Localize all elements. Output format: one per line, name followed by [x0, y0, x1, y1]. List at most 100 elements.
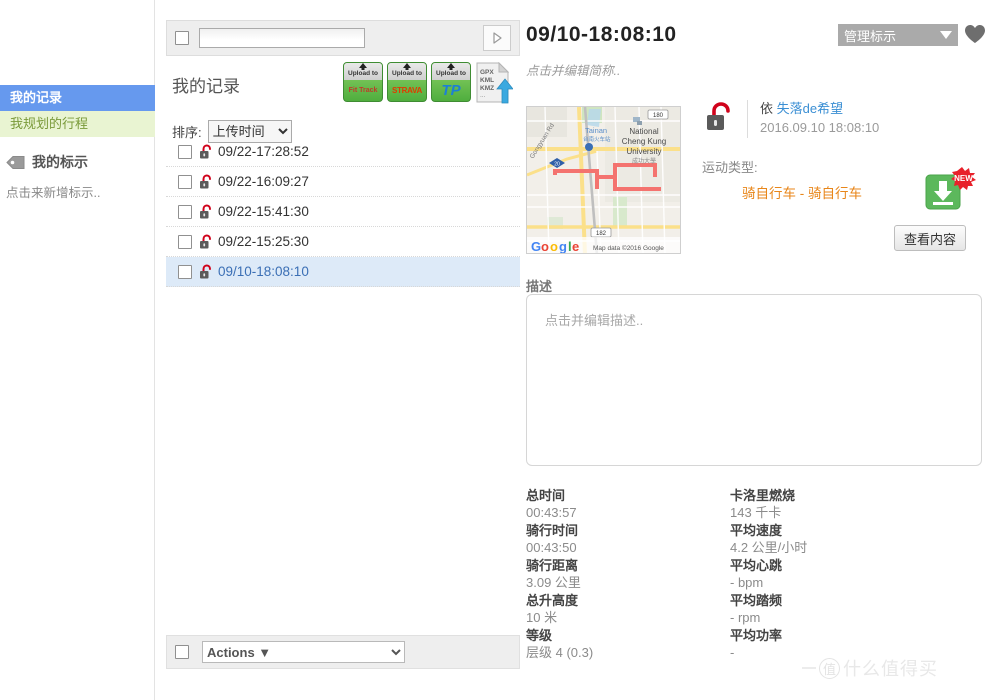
stat-key: 总时间 [526, 488, 566, 503]
record-checkbox[interactable] [178, 174, 192, 189]
view-content-label: 查看内容 [903, 231, 956, 247]
svg-text:NEW: NEW [954, 174, 973, 183]
unlock-icon[interactable] [199, 173, 214, 190]
google-logo: G o o g l e [531, 239, 579, 254]
search-go-button[interactable] [483, 25, 511, 51]
stat-key: 平均心跳 [730, 558, 783, 573]
record-row[interactable]: 09/10-18:08:10 [166, 257, 520, 287]
record-label: 09/10-18:08:10 [218, 264, 309, 279]
upload-to-trainingpeaks-button[interactable]: Upload to TP [431, 62, 471, 102]
record-datetime: 2016.09.10 18:08:10 [760, 120, 880, 135]
app-root: 我的记录 我规划的行程 我的标示 点击来新增标示.. 我的记录 排序: 上传时间… [0, 0, 994, 700]
play-triangle-icon [491, 31, 503, 45]
stat-item: 平均速度 4.2 公里/小时 [730, 523, 982, 558]
sidebar-tags-title: 我的标示 [32, 154, 88, 170]
map-label-chengkung-cn: 成功大學 [632, 157, 656, 165]
sidebar-item-label: 我规划的行程 [10, 116, 89, 131]
detail-panel: 09/10-18:08:10 点击并编辑简称.. 管理标示 180 182 20… [520, 0, 994, 700]
record-row[interactable]: 09/22-17:28:52 [166, 137, 520, 167]
stat-value: 143 千卡 [730, 505, 782, 520]
stat-item: 平均踏频 - rpm [730, 593, 982, 628]
record-label: 09/22-16:09:27 [218, 174, 309, 189]
download-record-button[interactable]: NEW [924, 165, 976, 213]
svg-text:g: g [559, 239, 567, 254]
map-label-chengkung: Cheng Kung [622, 137, 666, 146]
search-toolbar [166, 20, 520, 56]
map-label-tainan: Tainan [585, 126, 607, 135]
svg-text:GPX: GPX [480, 69, 494, 76]
actions-select[interactable]: Actions ▼ [202, 641, 405, 663]
owner-name-link[interactable]: 失落de希望 [777, 101, 843, 116]
map-thumbnail[interactable]: 180 182 20 Tainan 台南火车站 National Cheng K… [526, 106, 681, 254]
sidebar-add-tag-hint[interactable]: 点击来新增标示.. [0, 182, 155, 201]
map-shield-182: 182 [596, 231, 607, 237]
trainingpeaks-logo: TP [441, 82, 461, 99]
records-list: 09/22-17:28:52 09/22-16:09:27 09/22-15:4… [166, 137, 520, 287]
upload-buttons: Upload to Fit Track Upload to STRAVA Upl… [343, 61, 514, 104]
unlock-icon[interactable] [199, 203, 214, 220]
stat-item: 平均心跳 - bpm [730, 558, 982, 593]
stat-key: 等级 [526, 628, 553, 643]
stat-item: 等级层级 4 (0.3) [526, 628, 730, 663]
stat-key: 骑行距离 [526, 558, 579, 573]
sidebar-item-my-planned-trips[interactable]: 我规划的行程 [0, 111, 155, 137]
map-label-tainan-cn: 台南火车站 [583, 135, 611, 143]
unlock-icon[interactable] [199, 263, 214, 280]
map-attribution: Map data ©2016 Google [593, 244, 664, 252]
records-footer-toolbar: Actions ▼ [166, 635, 520, 669]
upload-arrow-icon: Upload to [344, 63, 382, 80]
stat-item: 骑行距离 3.09 公里 [526, 558, 730, 593]
record-row[interactable]: 09/22-15:25:30 [166, 227, 520, 257]
svg-text:KMZ: KMZ [480, 85, 494, 92]
page-title: 09/10-18:08:10 [526, 23, 677, 46]
svg-text:o: o [541, 239, 549, 254]
unlock-icon[interactable] [705, 102, 735, 134]
sport-type-value: 骑自行车 - 骑自行车 [742, 186, 862, 201]
search-input[interactable] [199, 28, 365, 48]
stat-key: 卡洛里燃烧 [730, 488, 796, 503]
stat-key: 平均踏频 [730, 593, 783, 608]
sidebar-tags-section: 我的标示 点击来新增标示.. [0, 150, 155, 201]
map-shield-180: 180 [653, 113, 664, 119]
manage-tags-label: 管理标示 [844, 28, 897, 44]
unlock-icon[interactable] [199, 233, 214, 250]
select-all-checkbox-bottom[interactable] [175, 645, 189, 659]
stat-key: 平均速度 [730, 523, 783, 538]
manage-tags-dropdown[interactable]: 管理标示 [838, 24, 958, 46]
upload-to-fittrack-button[interactable]: Upload to Fit Track [343, 62, 383, 102]
sidebar-item-my-records[interactable]: 我的记录 [0, 85, 155, 111]
download-gpx-kml-kmz-button[interactable]: GPX KML KMZ ... [475, 61, 514, 104]
view-content-button[interactable]: 查看内容 [894, 225, 966, 251]
records-title: 我的记录 [172, 77, 240, 96]
upload-arrow-icon: Upload to [388, 63, 426, 80]
record-checkbox[interactable] [178, 144, 192, 159]
favorite-heart-icon[interactable] [964, 24, 986, 49]
stat-value: 4.2 公里/小时 [730, 540, 808, 555]
upload-arrow-icon: Upload to [432, 63, 470, 80]
svg-text:KML: KML [480, 77, 494, 84]
record-checkbox[interactable] [178, 264, 192, 279]
description-textarea[interactable]: 点击并编辑描述.. [526, 294, 982, 466]
edit-nickname-hint[interactable]: 点击并编辑简称.. [526, 60, 620, 79]
stat-value: 10 米 [526, 610, 558, 625]
description-label: 描述 [526, 279, 553, 294]
upload-to-strava-button[interactable]: Upload to STRAVA [387, 62, 427, 102]
unlock-icon[interactable] [199, 143, 214, 160]
record-row[interactable]: 09/22-16:09:27 [166, 167, 520, 197]
owner-info: 依 失落de希望 2016.09.10 18:08:10 [705, 98, 879, 138]
stats-grid: 总时间 00:43:57 卡洛里燃烧 143 千卡 骑行时间 00:43:50 平均速度 4.… [526, 488, 982, 663]
stat-value: - [730, 645, 735, 660]
stat-value: 层级 4 (0.3) [526, 645, 594, 660]
record-checkbox[interactable] [178, 234, 192, 249]
stat-key: 总升高度 [526, 593, 579, 608]
map-label-university: University [626, 147, 661, 156]
svg-text:...: ... [480, 92, 486, 99]
upload-to-label: Upload to [348, 69, 378, 77]
record-checkbox[interactable] [178, 204, 192, 219]
stat-value: 3.09 公里 [526, 575, 581, 590]
select-all-checkbox-top[interactable] [175, 31, 189, 45]
record-row[interactable]: 09/22-15:41:30 [166, 197, 520, 227]
stat-value: 00:43:50 [526, 540, 577, 555]
map-shield-20: 20 [554, 162, 560, 168]
description-placeholder: 点击并编辑描述.. [545, 313, 644, 328]
